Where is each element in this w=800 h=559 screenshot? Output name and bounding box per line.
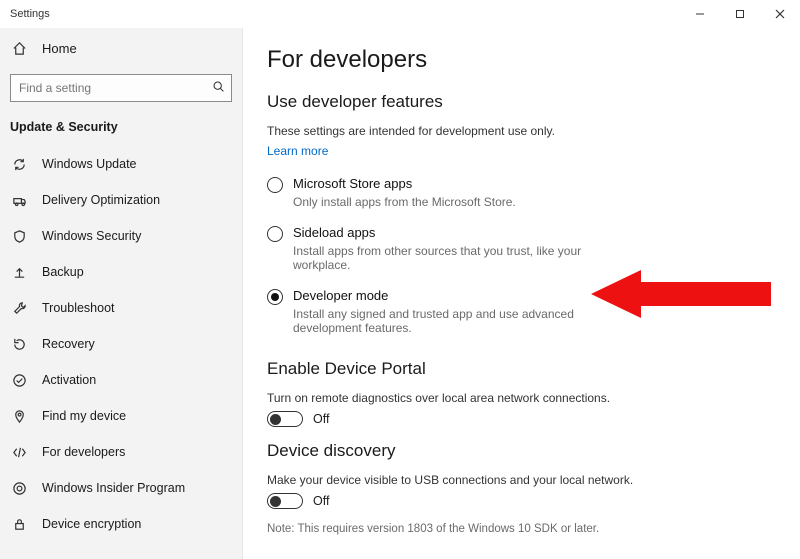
wrench-icon (10, 301, 28, 316)
window-controls (680, 0, 800, 28)
sidebar-item-label: Troubleshoot (42, 301, 115, 315)
lock-icon (10, 517, 28, 532)
backup-icon (10, 265, 28, 280)
dev-features-desc: These settings are intended for developm… (267, 124, 776, 138)
sidebar-item-label: Delivery Optimization (42, 193, 160, 207)
maximize-button[interactable] (720, 0, 760, 28)
sidebar-item-windows-update[interactable]: Windows Update (0, 146, 242, 182)
shield-icon (10, 229, 28, 244)
sidebar-item-label: Backup (42, 265, 84, 279)
minimize-button[interactable] (680, 0, 720, 28)
close-button[interactable] (760, 0, 800, 28)
search-input[interactable] (17, 80, 212, 96)
radio-dot-selected (267, 289, 283, 305)
radio-ms-store[interactable]: Microsoft Store apps Only install apps f… (267, 176, 776, 209)
app-title: Settings (10, 8, 50, 20)
sidebar-item-label: Device encryption (42, 517, 141, 531)
location-icon (10, 409, 28, 424)
radio-desc: Install any signed and trusted app and u… (293, 307, 633, 335)
search-icon (212, 80, 225, 96)
sidebar-item-recovery[interactable]: Recovery (0, 326, 242, 362)
learn-more-link[interactable]: Learn more (267, 144, 328, 158)
device-portal-desc: Turn on remote diagnostics over local ar… (267, 391, 776, 405)
sidebar: Home Update & Security Windows Update De… (0, 28, 243, 559)
dev-features-heading: Use developer features (267, 92, 776, 112)
device-discovery-toggle[interactable] (267, 493, 303, 509)
sidebar-item-label: Activation (42, 373, 96, 387)
check-circle-icon (10, 373, 28, 388)
radio-label: Sideload apps (293, 225, 633, 240)
device-discovery-toggle-state: Off (313, 494, 329, 508)
home-icon (10, 41, 28, 56)
sidebar-item-delivery-optimization[interactable]: Delivery Optimization (0, 182, 242, 218)
radio-dot (267, 226, 283, 242)
sidebar-item-label: Windows Update (42, 157, 137, 171)
sidebar-item-label: For developers (42, 445, 125, 459)
recovery-icon (10, 337, 28, 352)
radio-label: Developer mode (293, 288, 633, 303)
category-label: Update & Security (0, 114, 242, 146)
sidebar-item-troubleshoot[interactable]: Troubleshoot (0, 290, 242, 326)
radio-sideload[interactable]: Sideload apps Install apps from other so… (267, 225, 776, 272)
sidebar-item-find-my-device[interactable]: Find my device (0, 398, 242, 434)
sidebar-item-label: Find my device (42, 409, 126, 423)
sidebar-item-device-encryption[interactable]: Device encryption (0, 506, 242, 542)
device-portal-toggle[interactable] (267, 411, 303, 427)
home-nav[interactable]: Home (0, 32, 242, 64)
sidebar-item-activation[interactable]: Activation (0, 362, 242, 398)
refresh-icon (10, 157, 28, 172)
page-title: For developers (267, 46, 776, 74)
device-portal-toggle-state: Off (313, 412, 329, 426)
insider-icon (10, 481, 28, 496)
sidebar-item-label: Windows Insider Program (42, 481, 185, 495)
device-discovery-heading: Device discovery (267, 441, 776, 461)
device-portal-heading: Enable Device Portal (267, 359, 776, 379)
radio-label: Microsoft Store apps (293, 176, 516, 191)
sidebar-item-backup[interactable]: Backup (0, 254, 242, 290)
device-discovery-note: Note: This requires version 1803 of the … (267, 523, 776, 535)
sidebar-item-windows-security[interactable]: Windows Security (0, 218, 242, 254)
home-label: Home (42, 41, 77, 56)
radio-desc: Only install apps from the Microsoft Sto… (293, 195, 516, 209)
device-discovery-desc: Make your device visible to USB connecti… (267, 473, 776, 487)
sidebar-item-windows-insider[interactable]: Windows Insider Program (0, 470, 242, 506)
sidebar-item-label: Recovery (42, 337, 95, 351)
sidebar-item-label: Windows Security (42, 229, 141, 243)
radio-dot (267, 177, 283, 193)
content-pane: For developers Use developer features Th… (243, 28, 800, 559)
titlebar: Settings (0, 0, 800, 28)
delivery-icon (10, 193, 28, 208)
radio-desc: Install apps from other sources that you… (293, 244, 633, 272)
search-field[interactable] (10, 74, 232, 102)
radio-dev-mode[interactable]: Developer mode Install any signed and tr… (267, 288, 776, 335)
sidebar-item-for-developers[interactable]: For developers (0, 434, 242, 470)
developer-icon (10, 445, 28, 460)
